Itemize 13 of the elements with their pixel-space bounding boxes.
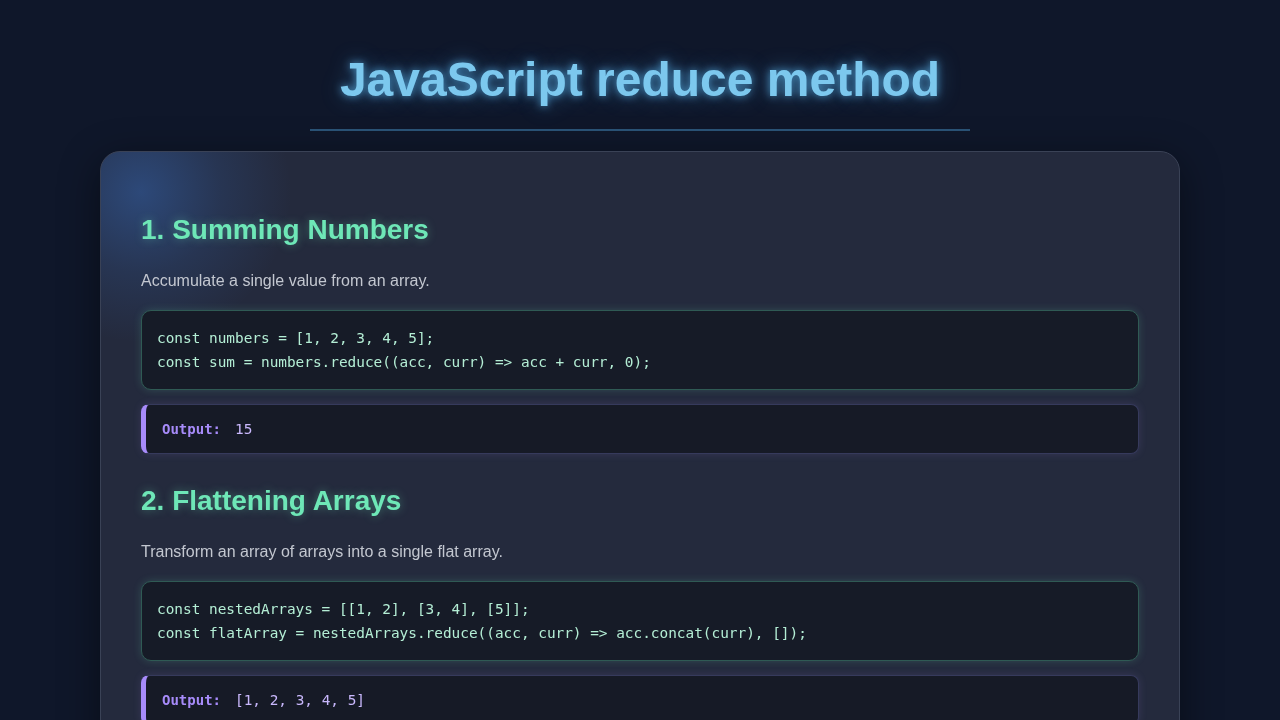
output-label: Output: [162,420,221,439]
code-line: const flatArray = nestedArrays.reduce((acc, curr) => acc.concat(curr), []); [157,624,807,643]
section-heading: 2. Flattening Arrays [141,484,402,518]
page-title: JavaScript reduce method [309,52,971,131]
section-heading: 1. Summing Numbers [141,213,429,247]
output-value: 15 [235,420,253,439]
output-value: [1, 2, 3, 4, 5] [235,691,365,710]
code-line: const nestedArrays = [[1, 2], [3, 4], [5]]; [157,600,530,619]
section-description: Transform an array of arrays into a single flat array. [141,542,503,562]
section-description: Accumulate a single value from an array. [141,271,430,291]
code-line: const numbers = [1, 2, 3, 4, 5]; [157,329,435,348]
output-label: Output: [162,691,221,710]
code-line: const sum = numbers.reduce((acc, curr) => acc + curr, 0); [157,353,651,372]
